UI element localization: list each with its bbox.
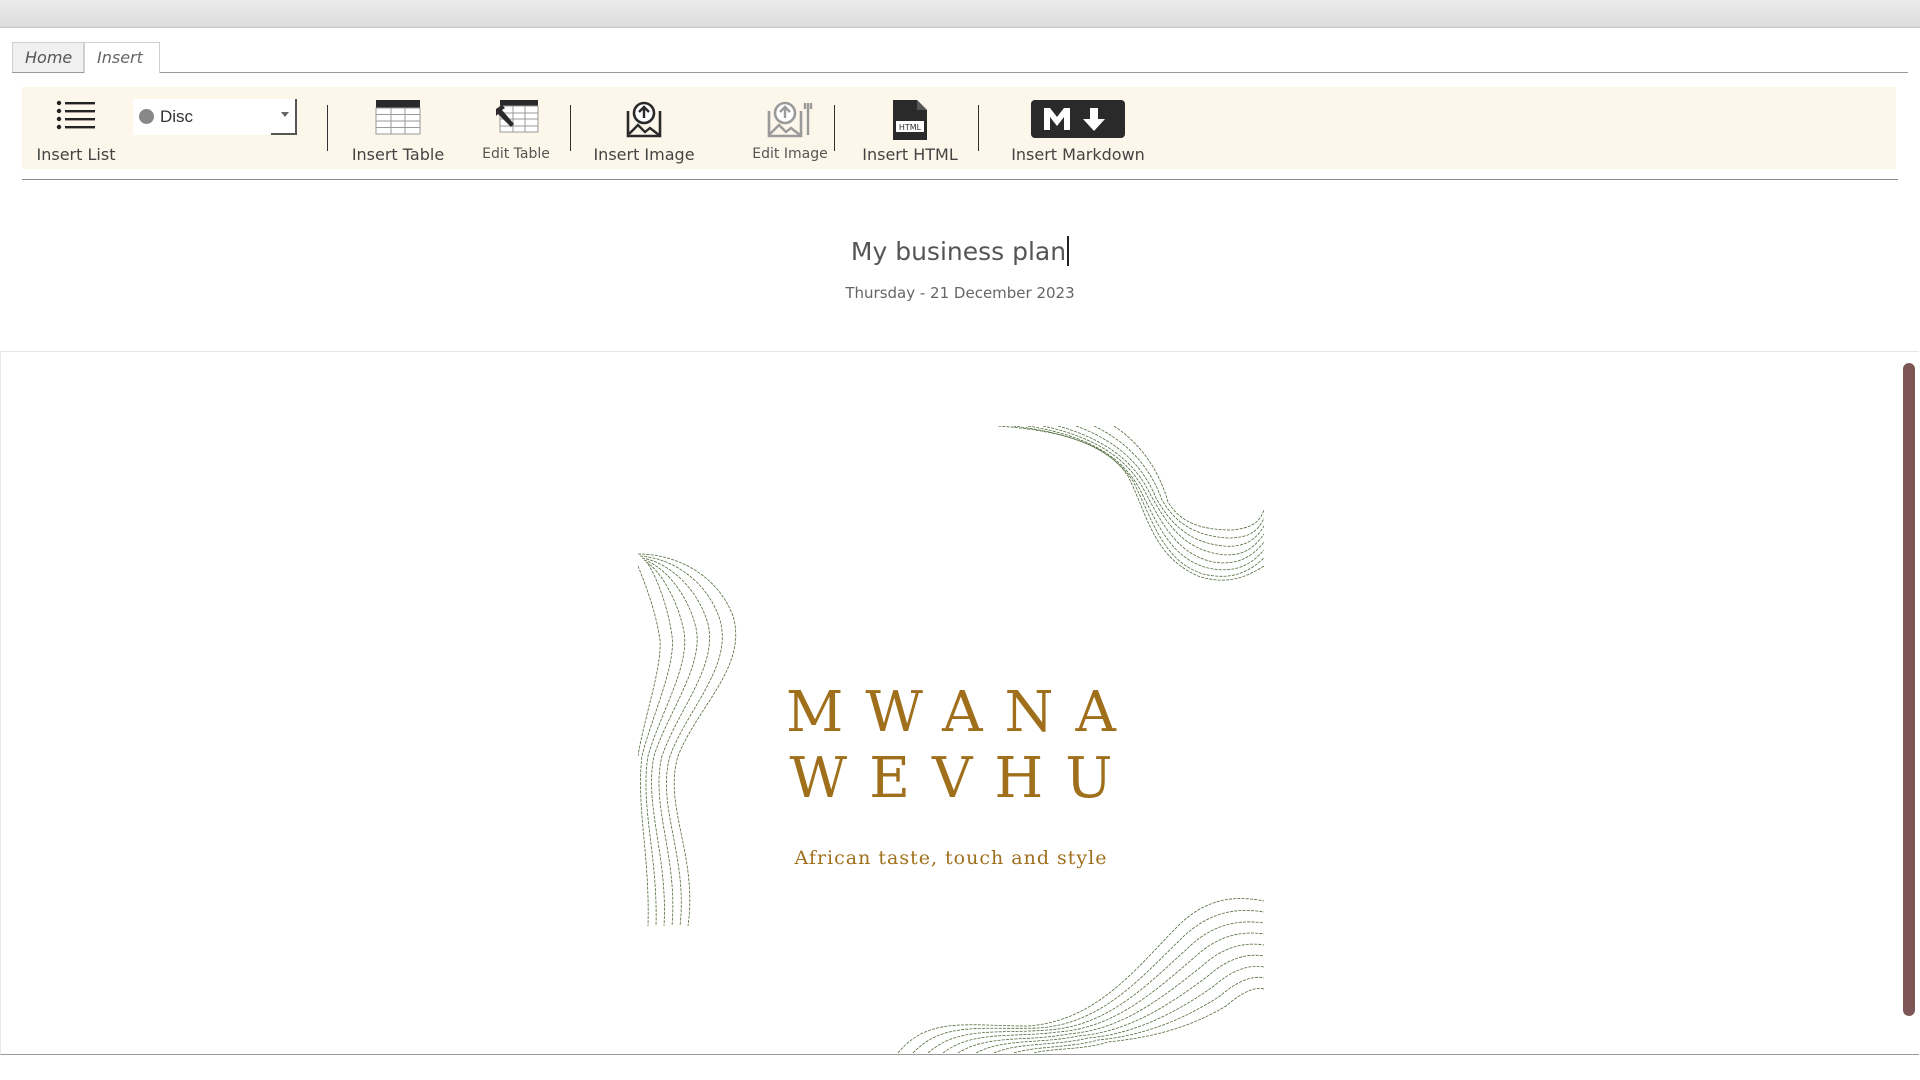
brand-tagline: African taste, touch and style: [794, 847, 1108, 869]
ribbon-separator: [327, 105, 328, 151]
edit-table-button[interactable]: Edit Table: [468, 87, 564, 169]
insert-html-button[interactable]: HTML Insert HTML: [854, 87, 966, 169]
insert-list-button[interactable]: Insert List: [36, 87, 116, 169]
edit-table-icon: [492, 99, 540, 139]
list-style-dropdown[interactable]: Disc: [133, 99, 297, 135]
text-cursor: [1067, 236, 1070, 266]
list-icon: [56, 99, 96, 135]
edit-table-label: Edit Table: [482, 146, 550, 162]
brand-name-line1: MWANA: [786, 680, 1138, 745]
document-date: Thursday - 21 December 2023: [845, 284, 1075, 302]
ribbon-separator: [978, 105, 979, 151]
table-icon: [375, 99, 421, 139]
upload-image-icon: [623, 99, 665, 143]
markdown-icon: [1030, 99, 1126, 143]
insert-ribbon: Insert List Disc Insert Table Edit Table…: [22, 87, 1896, 169]
insert-html-label: Insert HTML: [862, 145, 958, 164]
list-style-value: Disc: [160, 107, 194, 126]
document-title[interactable]: My business plan: [0, 236, 1920, 266]
insert-markdown-button[interactable]: Insert Markdown: [996, 87, 1160, 169]
brand-name-line2: WEVHU: [789, 746, 1135, 811]
vertical-scrollbar[interactable]: [1903, 363, 1915, 1016]
disc-bullet-icon: [139, 109, 154, 124]
window-titlebar: [0, 0, 1920, 28]
html-file-icon: HTML: [890, 99, 930, 145]
insert-list-label: Insert List: [36, 145, 116, 164]
chevron-down-icon: [281, 112, 289, 117]
cover-image: MWANA WEVHU African taste, touch and sty…: [638, 426, 1264, 1053]
ribbon-divider: [22, 179, 1898, 180]
ribbon-separator: [570, 105, 571, 151]
insert-image-label: Insert Image: [593, 145, 695, 164]
tab-home[interactable]: Home: [12, 42, 84, 72]
edit-image-icon: [764, 99, 816, 143]
ribbon-separator: [834, 105, 835, 151]
edit-image-label: Edit Image: [752, 146, 828, 162]
tab-insert[interactable]: Insert: [84, 42, 160, 73]
ribbon-tab-bar: Home Insert: [12, 42, 1908, 73]
edit-image-button[interactable]: Edit Image: [734, 87, 846, 169]
insert-markdown-label: Insert Markdown: [1011, 145, 1145, 164]
svg-text:HTML: HTML: [899, 123, 922, 132]
insert-table-label: Insert Table: [351, 145, 445, 164]
insert-table-button[interactable]: Insert Table: [342, 87, 454, 169]
dropdown-underline: [271, 133, 295, 135]
insert-image-button[interactable]: Insert Image: [588, 87, 700, 169]
